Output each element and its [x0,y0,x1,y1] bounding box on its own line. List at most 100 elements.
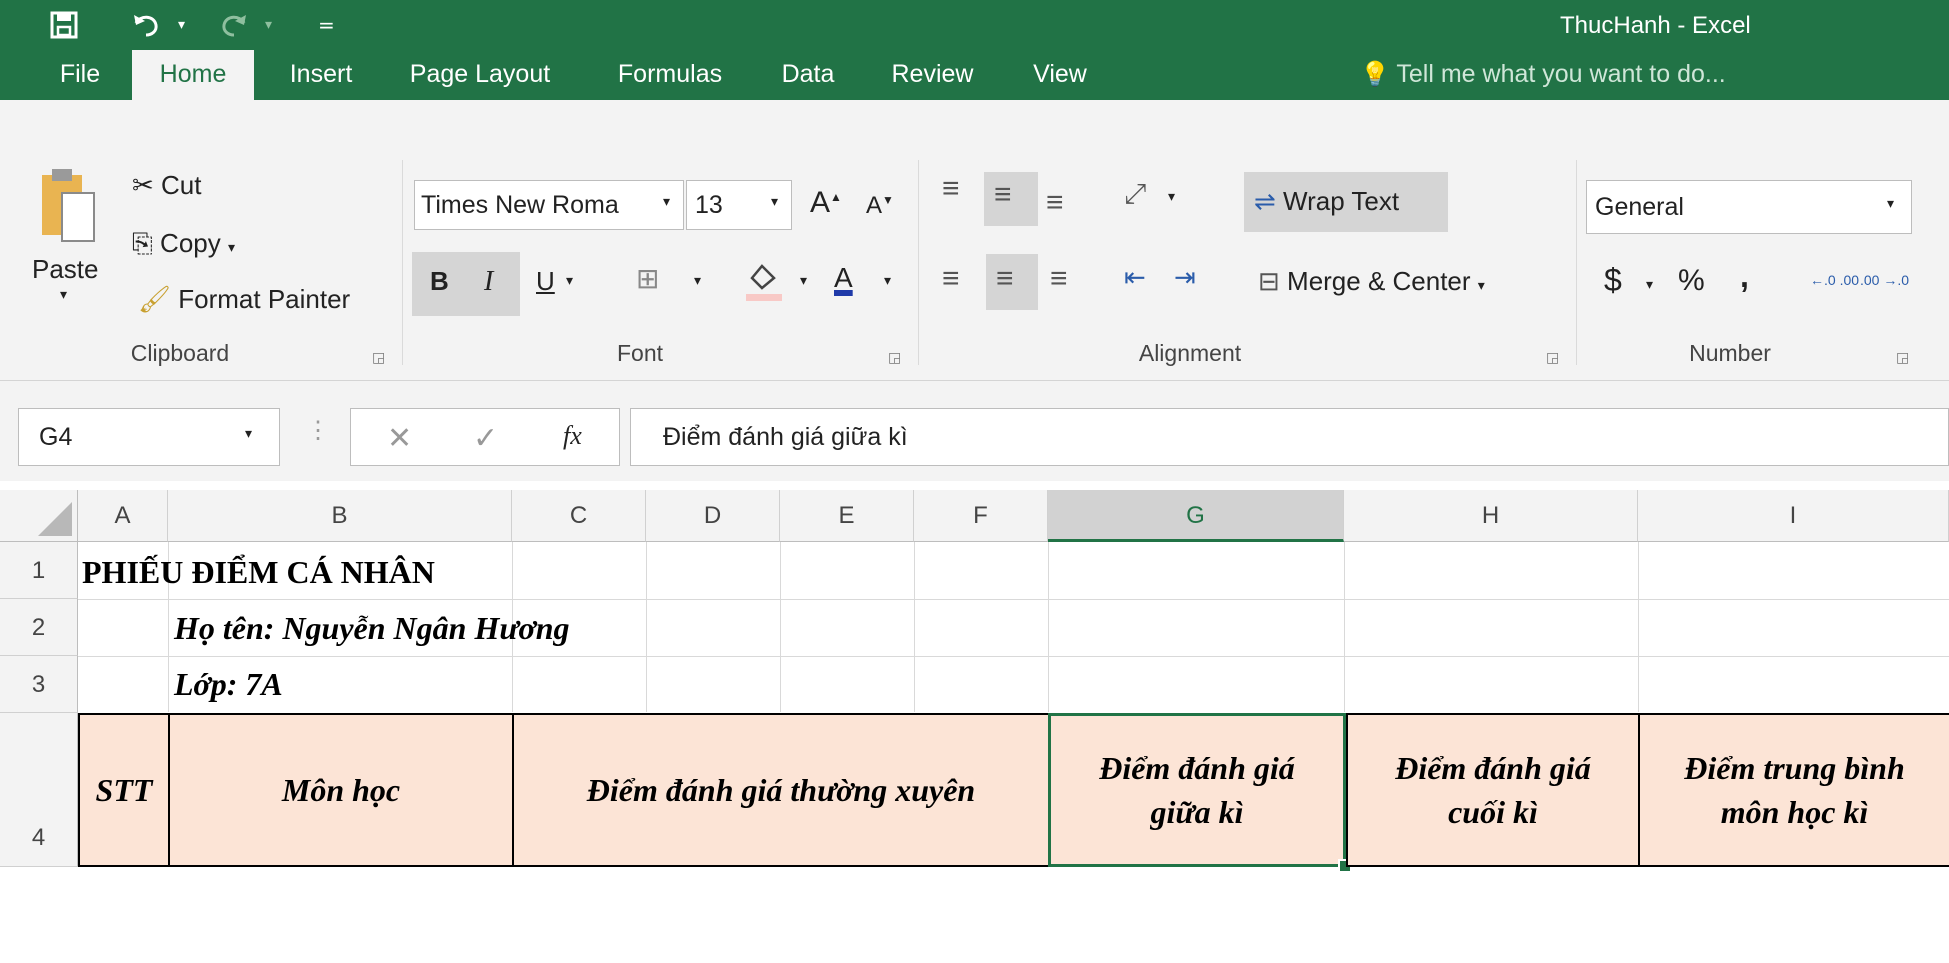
lightbulb-icon: 💡 [1360,61,1390,88]
redo-dropdown-icon[interactable]: ▾ [265,0,272,50]
column-header-g[interactable]: G [1048,490,1344,542]
alignment-launcher-icon[interactable]: ◲ [1546,350,1559,366]
bold-button[interactable]: B [430,266,449,297]
column-header-e[interactable]: E [780,490,914,542]
row-header-3[interactable]: 3 [0,656,78,713]
undo-icon[interactable] [132,0,162,55]
tab-insert[interactable]: Insert [262,50,380,100]
column-header-d[interactable]: D [646,490,780,542]
clipboard-launcher-icon[interactable]: ◲ [372,350,385,366]
wrap-text-button[interactable]: ⇌ Wrap Text [1254,186,1399,217]
shrink-font-button[interactable]: A▼ [866,192,894,220]
cell-a1[interactable]: PHIẾU ĐIỂM CÁ NHÂN [82,554,435,591]
italic-button[interactable]: I [484,266,493,298]
decrease-indent-icon[interactable]: ⇤ [1124,262,1146,293]
align-left-icon[interactable]: ≡ [942,262,960,296]
number-group-label: Number [1689,340,1771,366]
percent-button[interactable]: % [1678,264,1705,298]
name-box[interactable]: G4 ▾ [18,408,280,466]
cell-b3[interactable]: Lớp: 7A [174,666,283,703]
cell-a4-stt[interactable]: STT [78,713,170,867]
decrease-decimal-button[interactable]: .00 →.0 [1860,272,1909,288]
format-painter-button[interactable]: 🖌 Format Painter [138,284,350,315]
cancel-icon[interactable]: ✕ [387,421,412,456]
align-right-icon[interactable]: ≡ [1050,262,1068,296]
cut-button[interactable]: ✂ Cut [132,170,202,201]
formula-input[interactable]: Điểm đánh giá giữa kì [630,408,1949,466]
bottom-align-icon[interactable]: ≡ [1046,186,1064,220]
bold-italic-bg [412,252,520,316]
tab-view[interactable]: View [1010,50,1110,100]
row-header-1[interactable]: 1 [0,542,78,599]
column-header-a[interactable]: A [78,490,168,542]
copy-icon: ⎘ [132,228,153,258]
cell-b4-mon-hoc[interactable]: Môn học [168,713,514,867]
gridline [646,542,647,712]
comma-button[interactable]: , [1740,258,1749,295]
font-color-dropdown-icon[interactable]: ▾ [884,272,891,289]
underline-button[interactable]: U [536,266,555,297]
font-launcher-icon[interactable]: ◲ [888,350,901,366]
currency-button[interactable]: $ [1604,262,1622,299]
cell-b2[interactable]: Họ tên: Nguyễn Ngân Hương [174,610,569,647]
tab-data[interactable]: Data [758,50,858,100]
align-center-icon[interactable]: ≡ [996,262,1014,296]
tab-review[interactable]: Review [870,50,995,100]
font-size-dropdown[interactable]: 13 ▾ [686,180,792,230]
cell-i4-trung-binh[interactable]: Điểm trung bình môn học kì [1638,713,1949,867]
insert-function-icon[interactable]: fx [563,421,582,451]
qat-customize-icon[interactable]: = [318,0,335,50]
tell-me-box[interactable]: 💡 Tell me what you want to do... [1360,50,1726,99]
grow-font-button[interactable]: A▲ [810,186,842,220]
undo-dropdown-icon[interactable]: ▾ [178,0,185,50]
thuong-xuyen-label: Điểm đánh giá thường xuyên [586,772,976,808]
cell-c4-thuong-xuyen[interactable]: Điểm đánh giá thường xuyên [512,713,1050,867]
underline-dropdown-icon[interactable]: ▾ [566,272,573,289]
row-header-2[interactable]: 2 [0,599,78,656]
borders-dropdown-icon[interactable]: ▾ [694,272,701,289]
fill-color-icon[interactable] [744,260,784,302]
copy-dropdown-icon[interactable]: ▾ [228,239,235,255]
middle-align-icon[interactable]: ≡ [994,178,1012,212]
chevron-down-icon: ▾ [245,425,253,441]
redo-icon[interactable] [218,0,248,55]
paste-icon[interactable] [38,165,98,245]
orientation-icon[interactable]: ⤢ [1124,178,1146,211]
merge-center-button[interactable]: ⊟ Merge & Center ▾ [1258,266,1485,297]
column-header-c[interactable]: C [512,490,646,542]
column-header-i[interactable]: I [1638,490,1949,542]
formula-buttons: ✕ ✓ fx [350,408,620,466]
save-icon[interactable] [50,0,78,55]
paste-button[interactable]: Paste [32,254,99,285]
gridline [1344,542,1345,712]
window-title: ThucHanh - Excel [1560,12,1751,39]
tab-formulas[interactable]: Formulas [600,50,740,100]
merge-dropdown-icon[interactable]: ▾ [1478,277,1485,293]
top-align-icon[interactable]: ≡ [942,172,960,206]
borders-icon[interactable]: ⊞ [636,262,659,295]
column-header-f[interactable]: F [914,490,1048,542]
increase-indent-icon[interactable]: ⇥ [1174,262,1196,293]
wrap-text-label: Wrap Text [1283,186,1400,216]
font-group-label: Font [616,340,664,366]
orientation-dropdown-icon[interactable]: ▾ [1168,188,1175,205]
font-color-button[interactable]: A [834,262,853,294]
select-all-button[interactable] [0,490,78,542]
cell-g4-giua-ki[interactable]: Điểm đánh giá giữa kì [1048,713,1346,867]
cell-h4-cuoi-ki[interactable]: Điểm đánh giá cuối kì [1346,713,1640,867]
number-launcher-icon[interactable]: ◲ [1896,350,1909,366]
tab-home[interactable]: Home [132,50,254,100]
column-header-h[interactable]: H [1344,490,1638,542]
font-name-dropdown[interactable]: Times New Roma ▾ [414,180,684,230]
increase-decimal-button[interactable]: ←.0 .00 [1810,272,1859,288]
copy-button[interactable]: ⎘ Copy ▾ [132,228,235,260]
column-header-b[interactable]: B [168,490,512,542]
paste-dropdown-icon[interactable]: ▾ [60,286,67,303]
tab-file[interactable]: File [40,50,120,100]
tab-page-layout[interactable]: Page Layout [390,50,570,100]
row-header-4[interactable]: 4 [0,713,78,867]
enter-icon[interactable]: ✓ [473,421,498,456]
number-format-dropdown[interactable]: General ▾ [1586,180,1912,234]
currency-dropdown-icon[interactable]: ▾ [1646,276,1653,293]
fill-color-dropdown-icon[interactable]: ▾ [800,272,807,289]
